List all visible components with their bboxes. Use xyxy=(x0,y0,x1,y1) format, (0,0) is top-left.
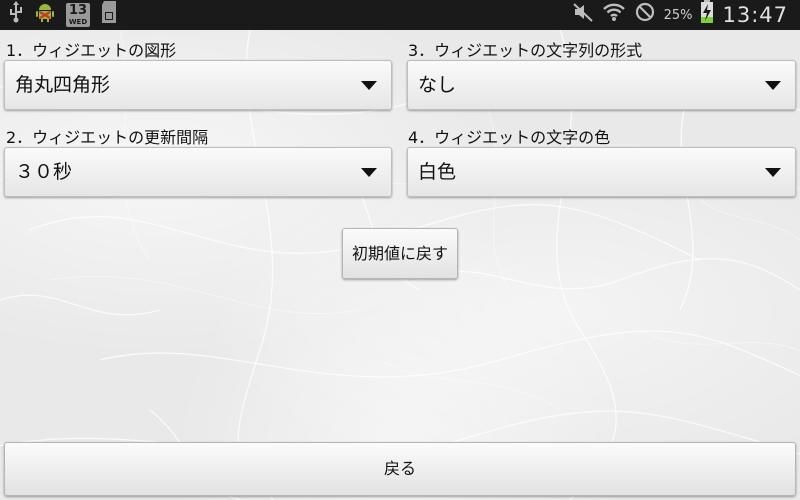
interval-spinner[interactable]: ３０秒 xyxy=(4,147,392,197)
battery-charging-icon xyxy=(700,0,714,31)
shape-spinner-value: 角丸四角形 xyxy=(15,74,111,96)
reset-defaults-button[interactable]: 初期値に戻す xyxy=(342,228,458,279)
dropdown-arrow-icon xyxy=(361,81,377,90)
battery-percent: 25% xyxy=(663,7,693,23)
color-spinner[interactable]: 白色 xyxy=(407,147,796,197)
clock: 13:47 xyxy=(722,3,788,27)
interval-label: 2．ウィジエットの更新間隔 xyxy=(6,128,209,147)
calendar-icon: 13 WED xyxy=(66,3,90,27)
status-bar-system: 25% 13:47 xyxy=(572,0,788,30)
usb-icon xyxy=(8,0,24,30)
dropdown-arrow-icon xyxy=(765,168,781,177)
status-bar: 13 WED 25% 13:47 xyxy=(0,0,800,30)
color-label: 4．ウィジエットの文字の色 xyxy=(408,128,611,147)
mute-icon xyxy=(572,1,594,30)
calendar-day-number: 13 xyxy=(68,3,88,18)
shape-spinner[interactable]: 角丸四角形 xyxy=(4,60,392,110)
shape-label: 1．ウィジエットの図形 xyxy=(6,41,177,60)
back-button[interactable]: 戻る xyxy=(4,442,796,496)
wifi-icon xyxy=(602,1,626,30)
android-debug-icon xyxy=(34,1,56,30)
interval-spinner-value: ３０秒 xyxy=(15,161,73,183)
dropdown-arrow-icon xyxy=(361,168,377,177)
dropdown-arrow-icon xyxy=(765,81,781,90)
status-bar-notifications: 13 WED xyxy=(8,0,120,30)
format-spinner-value: なし xyxy=(418,74,457,96)
color-spinner-value: 白色 xyxy=(418,161,457,183)
no-signal-icon xyxy=(634,1,656,30)
format-label: 3．ウィジエットの文字列の形式 xyxy=(408,41,643,60)
sd-card-icon xyxy=(100,0,120,31)
calendar-weekday: WED xyxy=(68,18,88,26)
format-spinner[interactable]: なし xyxy=(407,60,796,110)
